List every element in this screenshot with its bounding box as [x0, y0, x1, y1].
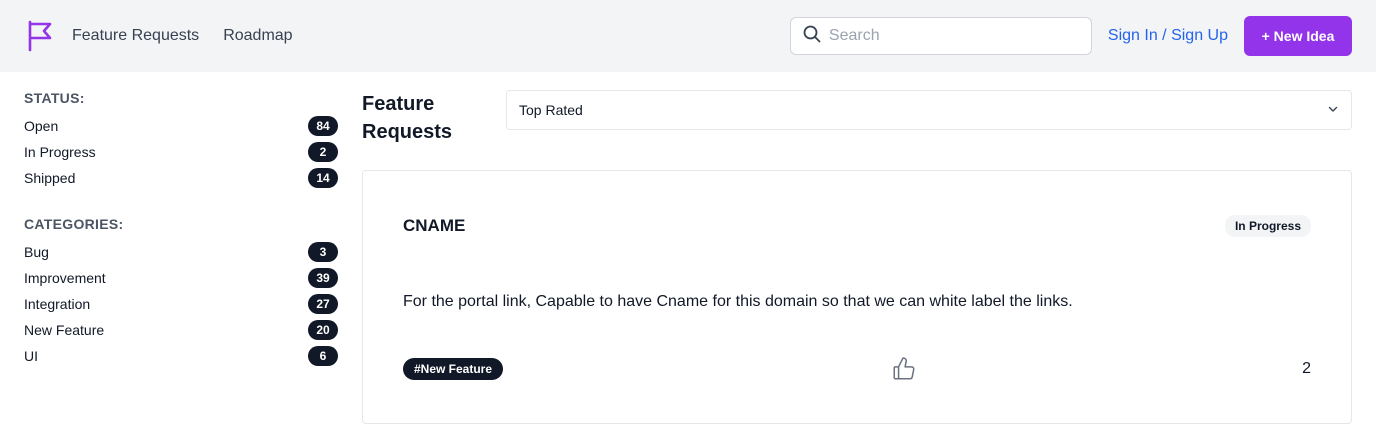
card-title[interactable]: CNAME	[403, 216, 465, 236]
thumbs-up-icon[interactable]	[891, 356, 917, 382]
vote-count: 2	[1302, 360, 1311, 377]
status-item-shipped[interactable]: Shipped 14	[24, 165, 338, 191]
categories-heading: CATEGORIES:	[24, 216, 124, 232]
count-badge: 2	[308, 142, 338, 162]
category-item-bug[interactable]: Bug 3	[24, 239, 338, 265]
count-badge: 6	[308, 346, 338, 366]
category-label: New Feature	[24, 322, 105, 338]
category-label: Improvement	[24, 270, 106, 286]
count-badge: 3	[308, 242, 338, 262]
sign-in-link[interactable]: Sign In / Sign Up	[1108, 27, 1228, 45]
sidebar: STATUS: Open 84 In Progress 2 Shipped 14…	[24, 72, 338, 424]
search-input[interactable]	[828, 27, 1069, 45]
new-idea-button[interactable]: + New Idea	[1244, 16, 1352, 56]
search-box[interactable]	[789, 17, 1092, 55]
flag-icon[interactable]	[24, 18, 56, 54]
main-header: Feature Requests Top Rated	[362, 90, 1352, 146]
search-icon	[803, 25, 821, 48]
nav-feature-requests[interactable]: Feature Requests	[72, 27, 199, 45]
category-item-improvement[interactable]: Improvement 39	[24, 265, 338, 291]
feature-card[interactable]: CNAME In Progress For the portal link, C…	[362, 170, 1352, 424]
category-label: Integration	[24, 296, 91, 312]
category-tag[interactable]: #New Feature	[403, 358, 504, 380]
category-label: UI	[24, 348, 38, 364]
status-item-open[interactable]: Open 84	[24, 113, 338, 139]
count-badge: 14	[308, 168, 338, 188]
content: STATUS: Open 84 In Progress 2 Shipped 14…	[0, 72, 1376, 424]
category-item-ui[interactable]: UI 6	[24, 343, 338, 369]
status-label: Open	[24, 118, 59, 134]
card-description: For the portal link, Capable to have Cna…	[403, 293, 1073, 310]
status-item-in-progress[interactable]: In Progress 2	[24, 139, 338, 165]
count-badge: 20	[308, 320, 338, 340]
card-header: CNAME In Progress	[403, 215, 1311, 237]
sort-select[interactable]: Top Rated	[506, 90, 1352, 130]
count-badge: 27	[308, 294, 338, 314]
category-item-integration[interactable]: Integration 27	[24, 291, 338, 317]
nav-roadmap[interactable]: Roadmap	[223, 27, 292, 45]
page-title: Feature Requests	[362, 93, 453, 143]
category-item-new-feature[interactable]: New Feature 20	[24, 317, 338, 343]
chevron-down-icon	[1327, 102, 1339, 118]
status-label: Shipped	[24, 170, 76, 186]
status-label: In Progress	[24, 144, 96, 160]
count-badge: 39	[308, 268, 338, 288]
category-label: Bug	[24, 244, 49, 260]
card-footer: #New Feature 2	[403, 356, 1311, 382]
top-bar: Feature Requests Roadmap Sign In / Sign …	[0, 0, 1376, 72]
status-badge: In Progress	[1224, 215, 1311, 237]
main-content: Feature Requests Top Rated CNAME In Prog…	[362, 72, 1352, 424]
status-heading: STATUS:	[24, 90, 85, 106]
count-badge: 84	[308, 116, 338, 136]
sort-selected-value: Top Rated	[519, 102, 583, 118]
